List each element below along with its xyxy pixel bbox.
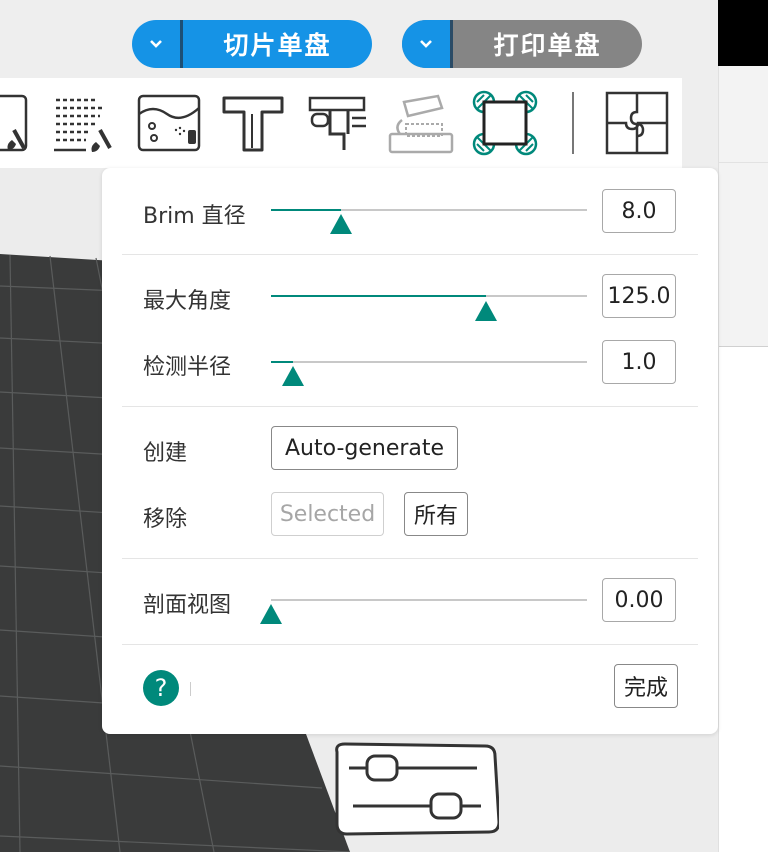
- section-view-slider[interactable]: [271, 599, 587, 601]
- done-button[interactable]: 完成: [614, 664, 678, 708]
- chevron-down-icon[interactable]: [402, 20, 450, 68]
- max-angle-slider[interactable]: [271, 295, 587, 297]
- paint-brush-icon[interactable]: [0, 90, 32, 156]
- right-side-panel: [718, 66, 768, 852]
- measure-caliper-icon[interactable]: [304, 90, 370, 156]
- question-mark-icon[interactable]: ?: [143, 670, 179, 706]
- detection-radius-label: 检测半径: [143, 355, 232, 380]
- top-bar: 切片单盘 打印单盘: [0, 0, 718, 78]
- max-angle-slider-thumb[interactable]: [474, 301, 497, 321]
- tool-bar: [0, 78, 682, 168]
- seam-paint-icon[interactable]: [50, 90, 116, 156]
- brim-diameter-input[interactable]: 8.0: [602, 189, 676, 233]
- divider: [122, 254, 698, 255]
- brim-diameter-slider-thumb[interactable]: [329, 214, 352, 234]
- divider: [122, 644, 698, 645]
- text-embossing-icon[interactable]: [220, 90, 286, 156]
- divider: [122, 558, 698, 559]
- print-plate-button[interactable]: 打印单盘: [402, 20, 642, 68]
- separator: [190, 682, 191, 696]
- remove-selected-button[interactable]: Selected: [271, 492, 384, 536]
- slice-plate-label: 切片单盘: [223, 31, 332, 60]
- section-view-input[interactable]: 0.00: [602, 578, 676, 622]
- chevron-down-icon[interactable]: [132, 20, 180, 68]
- divider: [122, 406, 698, 407]
- remove-label: 移除: [143, 507, 188, 532]
- detection-radius-input[interactable]: 1.0: [602, 340, 676, 384]
- toolbar-divider: [572, 92, 574, 154]
- max-angle-input[interactable]: 125.0: [602, 274, 676, 318]
- auto-generate-button[interactable]: Auto-generate: [271, 426, 458, 470]
- brim-diameter-label: Brim 直径: [143, 204, 246, 229]
- remove-all-button[interactable]: 所有: [404, 492, 468, 536]
- detection-radius-slider-thumb[interactable]: [282, 366, 305, 386]
- slice-plate-button[interactable]: 切片单盘: [132, 20, 372, 68]
- max-angle-label: 最大角度: [143, 289, 232, 314]
- place-on-face-icon[interactable]: [388, 90, 454, 156]
- section-view-slider-thumb[interactable]: [260, 604, 282, 624]
- sliders-settings-icon[interactable]: [331, 742, 501, 836]
- detection-radius-slider[interactable]: [271, 361, 587, 363]
- brim-diameter-slider[interactable]: [271, 209, 587, 211]
- assembly-puzzle-icon[interactable]: [604, 90, 670, 156]
- brim-ears-panel: Brim 直径 8.0 最大角度 125.0 检测半径 1.0 创建 Auto-…: [102, 168, 718, 734]
- window-edge-dark: [718, 0, 768, 66]
- fuzzy-skin-paint-icon[interactable]: [136, 90, 202, 156]
- create-label: 创建: [143, 441, 188, 466]
- brim-ears-icon[interactable]: [472, 90, 538, 156]
- print-plate-label: 打印单盘: [493, 31, 602, 60]
- section-view-label: 剖面视图: [143, 593, 232, 618]
